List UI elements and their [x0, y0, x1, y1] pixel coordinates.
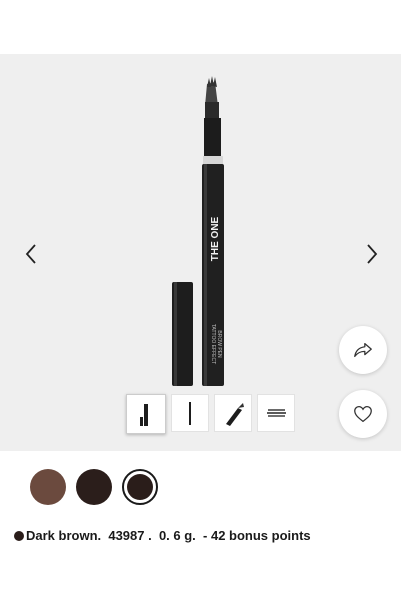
pen-label-line1: TATTOO EFFECT — [210, 324, 216, 364]
thumbnail-brow-swatch[interactable] — [257, 394, 295, 432]
product-image: THE ONE TATTOO EFFECT BROW PEN — [172, 76, 224, 386]
selected-shade-dot — [14, 530, 24, 541]
selected-shade-text: Dark brown. 43987 . 0. 6 g. - 42 bonus p… — [26, 528, 311, 543]
product-image-gallery[interactable]: THE ONE TATTOO EFFECT BROW PEN — [0, 54, 401, 451]
chevron-left-icon — [25, 244, 36, 264]
heart-icon — [354, 406, 372, 423]
share-arrow-icon — [354, 342, 372, 358]
thumbnail-strip — [126, 394, 295, 434]
shade-swatch-light-brown[interactable] — [30, 469, 66, 505]
pen-ring — [203, 156, 223, 165]
shade-selector — [30, 469, 158, 505]
shade-swatch-dark-brown[interactable] — [76, 469, 112, 505]
thumbnail-pen-cap[interactable] — [126, 394, 166, 434]
chevron-right-icon — [367, 244, 378, 264]
pen-label-line2: BROW PEN — [216, 330, 222, 358]
favorite-button[interactable] — [339, 390, 387, 438]
brush-tip — [205, 76, 218, 106]
pen-brand-text: THE ONE — [210, 216, 221, 261]
share-button[interactable] — [339, 326, 387, 374]
shade-swatch-selected[interactable] — [122, 469, 158, 505]
thumbnail-pen-tip[interactable] — [214, 394, 252, 432]
selected-shade-info: Dark brown. 43987 . 0. 6 g. - 42 bonus p… — [14, 528, 311, 543]
thumbnail-pen-side[interactable] — [171, 394, 209, 432]
pen-neck — [204, 118, 221, 158]
previous-image-button[interactable] — [20, 242, 44, 266]
next-image-button[interactable] — [359, 242, 383, 266]
